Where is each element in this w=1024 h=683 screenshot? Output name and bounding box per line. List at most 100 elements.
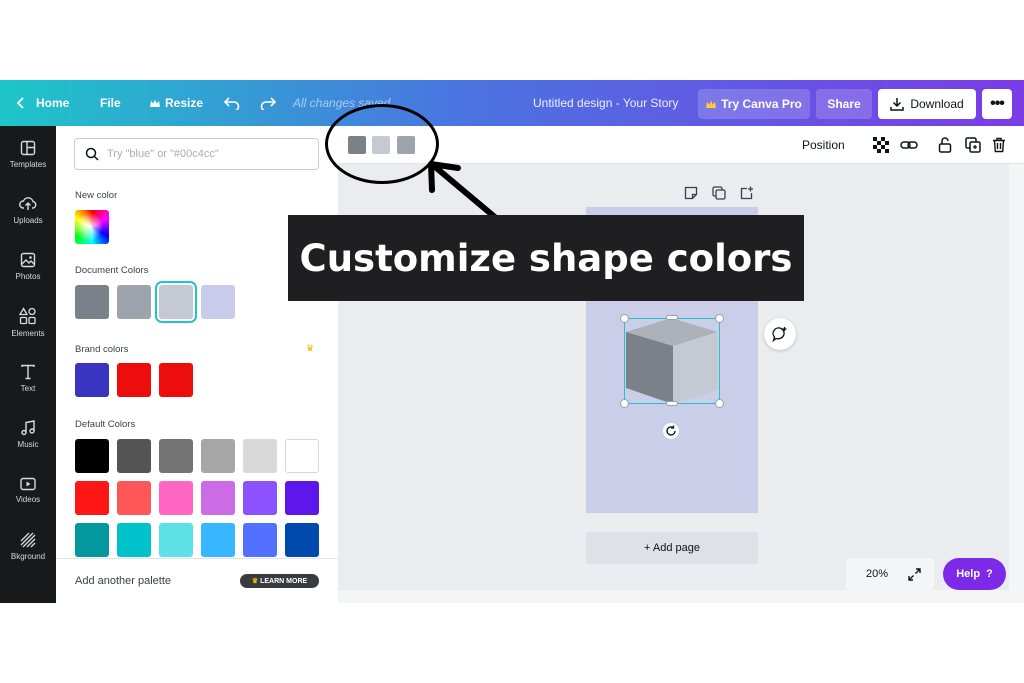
background-icon [20, 532, 36, 547]
redo-button[interactable] [260, 80, 276, 126]
duplicate-button[interactable] [964, 136, 982, 154]
undo-button[interactable] [224, 80, 240, 126]
color-swatch[interactable] [117, 363, 151, 397]
caption-banner: Customize shape colors [288, 215, 804, 301]
add-page-button[interactable]: + Add page [586, 532, 758, 564]
color-swatch[interactable] [243, 523, 277, 557]
color-swatch[interactable] [117, 439, 151, 473]
selection-box [624, 318, 720, 404]
color-swatch[interactable] [159, 439, 193, 473]
add-comment-button[interactable] [764, 318, 796, 350]
panel-footer: Add another palette ♛ LEARN MORE [56, 558, 338, 603]
sidebar-item-uploads[interactable]: Uploads [0, 182, 56, 238]
color-swatch[interactable] [75, 285, 109, 319]
top-bar: Home File Resize All changes saved Untit… [0, 80, 1024, 126]
color-swatch[interactable] [159, 363, 193, 397]
uploads-icon [19, 196, 37, 210]
help-button[interactable]: Help ? [943, 558, 1006, 590]
duplicate-page-icon[interactable] [712, 186, 726, 200]
redo-icon [260, 97, 276, 110]
color-swatch[interactable] [75, 523, 109, 557]
rotate-handle[interactable] [663, 423, 679, 439]
color-swatch[interactable] [75, 481, 109, 515]
zoom-control[interactable]: 20% [846, 558, 934, 590]
color-swatch[interactable] [75, 439, 109, 473]
color-swatch[interactable] [243, 481, 277, 515]
resize-button[interactable]: Resize [150, 80, 203, 126]
sidebar-item-label: Music [17, 439, 39, 449]
color-swatch[interactable] [117, 481, 151, 515]
try-canva-pro-button[interactable]: Try Canva Pro [698, 89, 810, 119]
sidebar-item-label: Uploads [13, 215, 43, 225]
color-swatch[interactable] [201, 285, 235, 319]
download-label: Download [910, 97, 964, 111]
more-options-button[interactable]: ••• [982, 89, 1012, 119]
color-swatch[interactable] [201, 523, 235, 557]
file-menu[interactable]: File [100, 80, 121, 126]
document-colors-label: Document Colors [75, 265, 149, 276]
home-button[interactable]: Home [16, 80, 69, 126]
add-palette-link[interactable]: Add another palette [75, 575, 171, 587]
sidebar-item-elements[interactable]: Elements [0, 294, 56, 350]
lock-button[interactable] [936, 136, 954, 154]
sidebar-item-videos[interactable]: Videos [0, 462, 56, 518]
new-color-swatch[interactable] [75, 210, 109, 244]
vertical-scrollbar[interactable] [1009, 164, 1024, 603]
link-icon [900, 141, 918, 149]
delete-button[interactable] [990, 136, 1008, 154]
color-swatch[interactable] [201, 439, 235, 473]
zoom-level: 20% [866, 568, 889, 580]
horizontal-scrollbar[interactable] [338, 590, 1024, 603]
fullscreen-icon[interactable] [908, 567, 921, 581]
help-label: Help [956, 568, 981, 580]
resize-handle[interactable] [666, 315, 678, 320]
resize-handle[interactable] [620, 399, 629, 408]
resize-handle[interactable] [620, 314, 629, 323]
color-swatch[interactable] [285, 523, 319, 557]
videos-icon [20, 477, 36, 490]
design-title[interactable]: Untitled design - Your Story [533, 80, 678, 126]
color-swatch[interactable] [117, 285, 151, 319]
new-color-label: New color [75, 190, 118, 201]
note-icon[interactable] [684, 186, 698, 200]
color-swatch[interactable] [243, 439, 277, 473]
sidebar-item-templates[interactable]: Templates [0, 126, 56, 182]
color-swatch[interactable] [159, 285, 193, 319]
crown-icon: ♛ [306, 343, 315, 353]
learn-more-label: LEARN MORE [260, 577, 308, 585]
crown-icon [706, 100, 717, 108]
color-swatch[interactable] [117, 523, 151, 557]
download-button[interactable]: Download [878, 89, 976, 119]
color-swatch[interactable] [159, 523, 193, 557]
color-swatch[interactable] [285, 481, 319, 515]
sidebar-item-photos[interactable]: Photos [0, 238, 56, 294]
color-swatch[interactable] [75, 363, 109, 397]
unlock-icon [938, 137, 952, 153]
add-page-icon[interactable] [740, 186, 754, 200]
transparency-button[interactable] [872, 136, 890, 154]
link-button[interactable] [900, 136, 918, 154]
sidebar-item-label: Text [20, 383, 36, 393]
resize-handle[interactable] [666, 401, 678, 406]
color-swatch[interactable] [201, 481, 235, 515]
learn-more-badge[interactable]: ♛ LEARN MORE [240, 574, 319, 588]
music-icon [21, 419, 35, 435]
position-button[interactable]: Position [802, 126, 845, 164]
color-swatch[interactable] [159, 481, 193, 515]
resize-label: Resize [165, 96, 204, 110]
sidebar-item-label: Photos [15, 271, 41, 281]
sidebar-item-background[interactable]: Bkground [0, 518, 56, 574]
resize-handle[interactable] [715, 399, 724, 408]
home-label: Home [36, 96, 70, 110]
sidebar-item-label: Templates [9, 159, 47, 169]
resize-handle[interactable] [715, 314, 724, 323]
sidebar-item-music[interactable]: Music [0, 406, 56, 462]
duplicate-icon [965, 137, 981, 153]
share-button[interactable]: Share [816, 89, 872, 119]
color-swatch[interactable] [285, 439, 319, 473]
elements-icon [19, 306, 36, 324]
color-search[interactable] [74, 138, 319, 170]
templates-icon [20, 140, 36, 155]
sidebar-item-text[interactable]: Text [0, 350, 56, 406]
color-search-input[interactable] [107, 148, 297, 160]
